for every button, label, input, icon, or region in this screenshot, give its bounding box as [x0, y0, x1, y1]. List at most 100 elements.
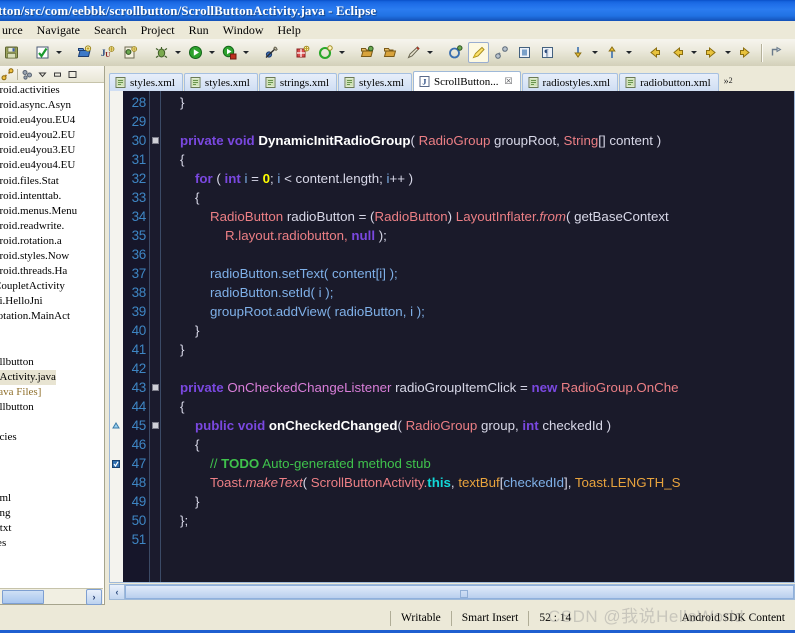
code-line[interactable]: radioButton.setText( content[i] ); — [165, 264, 398, 283]
skip-breakpoints-icon[interactable] — [261, 42, 282, 63]
code-line[interactable]: } — [165, 340, 184, 359]
code-text[interactable]: } private void DynamicInitRadioGroup( Rad… — [159, 91, 794, 582]
scrollbar-thumb[interactable] — [125, 585, 794, 599]
editor-tab[interactable]: styles.xml — [338, 73, 412, 91]
menu-item-urce[interactable]: urce — [0, 22, 30, 39]
explorer-item[interactable] — [0, 415, 103, 430]
debug-dropdown-arrow[interactable] — [173, 43, 182, 62]
menu-item-search[interactable]: Search — [87, 22, 134, 39]
explorer-item[interactable]: droid.styles.Now — [0, 249, 103, 264]
new-java-class-icon[interactable] — [120, 42, 141, 63]
scrollbar-thumb[interactable] — [2, 589, 44, 604]
editor-tab[interactable]: styles.xml — [183, 73, 258, 91]
explorer-item[interactable]: xml — [0, 491, 103, 506]
explorer-item[interactable]: droid.rotation.a — [0, 234, 103, 249]
explorer-item[interactable]: droid.readwrite. — [0, 219, 103, 234]
code-line[interactable]: { — [165, 188, 199, 207]
debug-icon[interactable] — [151, 42, 172, 63]
editor-tab[interactable]: J ScrollButton... ☒ — [412, 71, 521, 91]
explorer-item[interactable]: droid.eu4you3.EU — [0, 143, 103, 158]
explorer-item[interactable]: droid.files.Stat — [0, 174, 103, 189]
code-line[interactable]: RadioButton radioButton = (RadioButton) … — [165, 207, 669, 226]
new-android-project-icon[interactable] — [292, 42, 313, 63]
menu-item-window[interactable]: Window — [216, 22, 271, 39]
annotation-ruler[interactable] — [110, 91, 124, 582]
run-android-dropdown-arrow[interactable] — [241, 43, 250, 62]
explorer-item[interactable] — [0, 340, 103, 355]
explorer-item[interactable]: droid.activities — [0, 83, 103, 98]
show-whitespace-icon[interactable]: ¶ — [537, 42, 558, 63]
next-annotation-dropdown-arrow[interactable] — [590, 43, 599, 62]
code-line[interactable]: radioButton.setId( i ); — [165, 283, 333, 302]
next-annotation-icon[interactable] — [568, 42, 589, 63]
open-task-icon[interactable] — [380, 42, 401, 63]
code-line[interactable]: } — [165, 93, 184, 112]
forward-icon[interactable] — [701, 42, 722, 63]
code-line[interactable]: groupRoot.addView( radioButton, i ); — [165, 302, 425, 321]
explorer-item[interactable]: droid.intenttab. — [0, 189, 103, 204]
explorer-item[interactable] — [0, 445, 103, 460]
explorer-item[interactable]: png — [0, 506, 103, 521]
validate-dropdown-arrow[interactable] — [54, 43, 63, 62]
code-line[interactable]: Toast.makeText( ScrollButtonActivity.thi… — [165, 473, 681, 492]
minimize-icon[interactable] — [50, 67, 65, 82]
explorer-item[interactable] — [0, 325, 103, 340]
save-icon[interactable] — [1, 42, 22, 63]
run-android-icon[interactable] — [219, 42, 240, 63]
explorer-item[interactable]: droid.eu4you.EU4 — [0, 113, 103, 128]
android-sdk-manager-icon[interactable] — [315, 42, 336, 63]
editor-tab[interactable]: radiostyles.xml — [521, 73, 619, 91]
code-line[interactable]: for ( int i = 0; i < content.length; i++… — [165, 169, 413, 188]
explorer-item[interactable]: droid.threads.Ha — [0, 264, 103, 279]
toggle-block-selection-icon[interactable] — [514, 42, 535, 63]
code-line[interactable]: // TODO Auto-generated method stub — [165, 454, 431, 473]
menu-item-project[interactable]: Project — [134, 22, 182, 39]
fold-toggle-icon[interactable] — [152, 422, 159, 429]
code-line[interactable]: public void onCheckedChanged( RadioGroup… — [165, 416, 611, 435]
android-virtual-device-icon[interactable] — [445, 42, 466, 63]
link-with-editor-icon[interactable] — [0, 67, 15, 82]
view-menu-icon[interactable] — [20, 67, 35, 82]
explorer-item[interactable]: droid.eu4you2.EU — [0, 128, 103, 143]
code-line[interactable]: private void DynamicInitRadioGroup( Radi… — [165, 131, 661, 150]
code-line[interactable]: } — [165, 492, 199, 511]
explorer-item[interactable]: CoupletActivity — [0, 279, 103, 294]
code-line[interactable]: { — [165, 435, 199, 454]
code-line[interactable]: R.layout.radiobutton, null ); — [165, 226, 387, 245]
fold-toggle-icon[interactable] — [152, 384, 159, 391]
new-junit-test-icon[interactable]: J U — [97, 42, 118, 63]
run-icon[interactable] — [185, 42, 206, 63]
code-line[interactable]: } — [165, 321, 199, 340]
explorer-item[interactable]: rotation.MainAct — [0, 309, 103, 324]
explorer-item[interactable]: droid.eu4you4.EU — [0, 158, 103, 173]
menu-item-navigate[interactable]: Navigate — [30, 22, 87, 39]
maximize-icon[interactable] — [65, 67, 80, 82]
tab-overflow-chevron[interactable]: » 2 — [724, 76, 733, 87]
editor-tab[interactable]: strings.xml — [258, 73, 338, 91]
explorer-item[interactable]: ollbutton — [0, 355, 103, 370]
previous-annotation-icon[interactable] — [602, 42, 623, 63]
validate-icon[interactable] — [32, 42, 53, 63]
open-type-icon[interactable] — [357, 42, 378, 63]
override-indicator-icon[interactable] — [112, 421, 120, 429]
code-line[interactable]: }; — [165, 511, 188, 530]
back-alt-icon[interactable] — [667, 42, 688, 63]
explorer-item[interactable]: ncies — [0, 430, 103, 445]
todo-task-icon[interactable] — [112, 459, 120, 468]
next-edit-icon[interactable] — [767, 42, 788, 63]
forward-alt-icon[interactable] — [735, 42, 756, 63]
chevron-down-icon[interactable] — [35, 67, 50, 82]
scroll-right-button[interactable]: › — [86, 588, 102, 605]
editor-horizontal-scrollbar[interactable]: ‹ — [109, 584, 795, 600]
back-dropdown-arrow[interactable] — [689, 43, 698, 62]
back-icon[interactable] — [644, 42, 665, 63]
explorer-item[interactable]: ni.HelloJni — [0, 294, 103, 309]
explorer-item[interactable]: Java Files] — [0, 385, 103, 400]
explorer-item[interactable]: nActivity.java — [0, 369, 103, 385]
edit-dropdown-arrow[interactable] — [425, 43, 434, 62]
forward-dropdown-arrow[interactable] — [723, 43, 732, 62]
explorer-item[interactable]: droid.menus.Menu — [0, 204, 103, 219]
code-line[interactable]: private OnCheckedChangeListener radioGro… — [165, 378, 679, 397]
editor-tab[interactable]: radiobutton.xml — [619, 73, 719, 91]
android-dropdown-arrow[interactable] — [337, 43, 346, 62]
